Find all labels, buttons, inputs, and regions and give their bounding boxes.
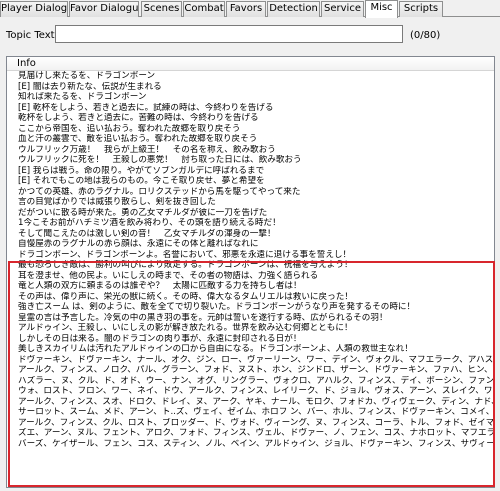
info-rows: 見届けし来たるを、ドラゴンボーン [E] 闇は去り新たな、伝説が生まれる 知れば来た…	[7, 71, 494, 449]
list-item[interactable]: アールク、フィンス、ノロク、パル、グラーン、フォド、ヌスト、ホン、ジンドロ、ザー…	[7, 365, 494, 376]
list-item[interactable]: ドヴァーキン、ドヴァーキン、ナール、オク、ジン、ロー、ヴァーリーン、ワー、デイン…	[7, 355, 494, 366]
tab-scenes[interactable]: Scenes	[141, 1, 182, 17]
list-item[interactable]: かつての英雄、赤のラグナル。ロリクステッドから馬を駆ってやって来た	[7, 187, 494, 198]
tab-misc[interactable]: Misc	[365, 0, 398, 18]
list-item[interactable]: サーロット、スーム、メド、アーン、ト..ズ、ヴェイ、ゼイム、ホロフ ン、バー、ホ…	[7, 407, 494, 418]
list-item[interactable]: 強き亡スーム は、剣のように、敵を全てで切り裂いた。ドラゴンボーンがうなり声を発…	[7, 302, 494, 313]
tab-favor-dialogue[interactable]: Favor Dialogue	[69, 1, 139, 17]
list-item[interactable]: 1今こそお前がハチミツ酒を飲み将わり、その頭を語り続える時だ！	[7, 218, 494, 229]
list-item[interactable]: 知れば来たるを、ドラゴンボーン	[7, 92, 494, 103]
list-item[interactable]: アールク、フィンス、クル、ロスト、ブロッダー、ド、ヴォド、ヴィーング、ヌ、フィン…	[7, 418, 494, 429]
tab-scripts[interactable]: Scripts	[399, 1, 443, 17]
tab-favors[interactable]: Favors	[226, 1, 266, 17]
topic-text-label: Topic Text	[6, 30, 55, 41]
tab-service[interactable]: Service	[321, 1, 364, 17]
list-item[interactable]: 皇霊の言は予言した。冷気の中の黒き羽の事を。元帥は誓いを遂行する時、広がられるそ…	[7, 313, 494, 324]
tab-combat[interactable]: Combat	[183, 1, 225, 17]
list-item[interactable]: 言の目覚ばかりでは威張り散らし、剣を抜き回した	[7, 197, 494, 208]
list-item[interactable]: 竜と人類の双方に頼まるのは誰ぞや？ 太陽に匹敵する力を持ちし者は！	[7, 281, 494, 292]
list-item[interactable]: ここから帝国を、追い払おう。奪われた故郷を取り戻そう	[7, 124, 494, 135]
list-item[interactable]: バーズ、ケイザール、フェン、コス、スティン、ノル、ベイン、アルドゥイン、ジョル、…	[7, 439, 494, 450]
list-item[interactable]: 自慢屋赤のラグナルの赤ら顔は、永遠にその体と離ればなれに	[7, 239, 494, 250]
list-item[interactable]: 乾杯をしよう、若きと過去に。苦難の時は、今終わりを告げる	[7, 113, 494, 124]
list-item[interactable]: 見届けし来たるを、ドラゴンボーン	[7, 71, 494, 82]
list-item[interactable]: だがついに散る時が来た。勇の乙女マチルダが彼に一刀を告げた	[7, 208, 494, 219]
list-item[interactable]: ウォ、ロスト、フロン、ワー、ネイ、ドウ、アールク、フィンス、レイリーク、ド、ジョ…	[7, 386, 494, 397]
list-item[interactable]: しかしその日は来る。闇のドラゴンの肉り事が、永遠に封印される日が！	[7, 334, 494, 345]
tab-player-dialogue[interactable]: Player Dialogue	[0, 1, 68, 17]
tab-strip: Player DialogueFavor DialogueScenesComba…	[0, 0, 500, 18]
list-item[interactable]: アールク、フィンス、スオ、ドロク、ドレイ、ヌ、アーク、ヤキ、ナール、モロク、フォ…	[7, 397, 494, 408]
list-item[interactable]: [E] それでもこの地は我らのもの。今こそ取り戻せ、夢と希望を	[7, 176, 494, 187]
list-item[interactable]: ドラゴンボーン、ドラゴンボーンよ。名誉において、邪悪を永遠に退ける事を誓えし！	[7, 250, 494, 261]
list-item[interactable]: ウルフリック万歳！ 我らが上級王！ その名を称え、飲み歌おう	[7, 145, 494, 156]
list-item[interactable]: 美しきスカイリムは汚れたアルドゥインの口から自由になる。ドラゴンボーンよ、人類の…	[7, 344, 494, 355]
list-item[interactable]: ウルフリックに死を！ 王殺しの悪党！ 討ち取った日には、飲み歌おう	[7, 155, 494, 166]
list-item[interactable]: [E] 闇は去り新たな、伝説が生まれる	[7, 82, 494, 93]
list-item[interactable]: [E] 我らは戦う。命の限り。やがてソブンガルデに呼ばれるまで	[7, 166, 494, 177]
list-item[interactable]: 最も恐ろしき敵は、勝利の叫びにより敗走する。ドラゴンボーンは、祝福を与えよう！	[7, 260, 494, 271]
list-item[interactable]: 耳を澄ませ、他の民よ。いにしえの時まで、その者の物語は、力強く語られる	[7, 271, 494, 282]
list-item[interactable]: そして聞こえたのは激しい剣の音！ 乙女マチルダの渾身の一撃！	[7, 229, 494, 240]
tab-detection[interactable]: Detection	[267, 1, 320, 17]
topic-char-counter: (0/80)	[410, 30, 441, 41]
list-item[interactable]: ハズラー、ヌ、クル、ド、オド、ウー、ナン、オグ、リングラー、ヴォクロ、アハルク、…	[7, 376, 494, 387]
info-list[interactable]: Info 見届けし来たるを、ドラゴンボーン [E] 闇は去り新たな、伝説が生まれる…	[6, 56, 495, 488]
list-item[interactable]: ズエ、アーン、ヌル、フェント、アロク、フォド、フィンス、ヴェル、ドヴァー、ノ、フ…	[7, 428, 494, 439]
list-item[interactable]: [E] 乾杯をしよう、若きと過去に。試練の時は、今終わりを告げる	[7, 103, 494, 114]
topic-text-input[interactable]	[55, 25, 403, 43]
info-column-header[interactable]: Info	[7, 57, 494, 71]
list-item[interactable]: 血と汗の叢雲で、敵を追い払おう。奪われた故郷を取り戻そう	[7, 134, 494, 145]
list-item[interactable]: その声は、偉り声に、栄光の獣に続く。その時、偉大なるタムリエルは救いに戻った！	[7, 292, 494, 303]
list-item[interactable]: アルドゥイン、王殺し、いにしえの影が解き放たれる。世界を飲み込む何郷とともに！	[7, 323, 494, 334]
